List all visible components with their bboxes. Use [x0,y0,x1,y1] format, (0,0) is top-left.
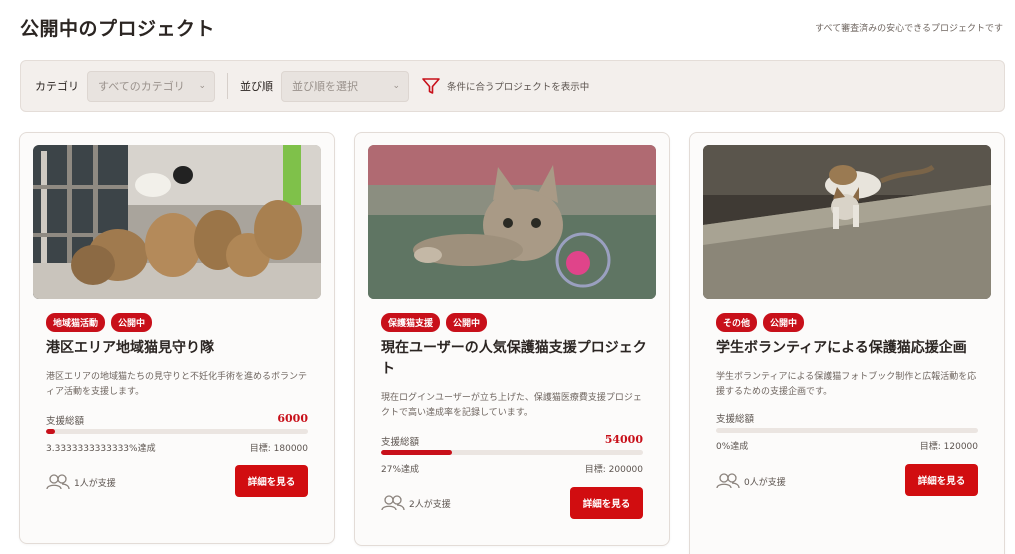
badge-group: その他 公開中 [716,313,805,332]
target-amount: 目標: 200000 [584,465,643,475]
status-badge: 公開中 [763,313,805,332]
progress-bar [716,428,978,433]
supporters: 1人が支援 [46,474,116,490]
category-select-value: すべてのカテゴリ [98,80,185,93]
chevron-down-icon: ⌄ [198,81,206,91]
filter-bar: カテゴリ すべてのカテゴリ ⌄ 並び順 並び順を選択 ⌄ 条件に合うプロジェクト… [20,60,1005,112]
street-cats-photo [33,145,321,299]
fund-label: 支援総額 [46,416,85,427]
fund-label: 支援総額 [716,414,755,425]
category-select[interactable]: すべてのカテゴリ ⌄ [87,70,215,102]
category-badge: 地域猫活動 [46,313,106,332]
fund-amount: 6000 [277,412,308,425]
supporters: 0人が支援 [716,473,786,489]
fund-label: 支援総額 [381,437,420,448]
project-description: 港区エリアの地域猫たちの見守りと不妊化手術を進めるボランティア活動を支援します。 [46,372,308,397]
filter-icon [422,78,440,94]
status-badge: 公開中 [446,313,488,332]
filter-status: 条件に合うプロジェクトを表示中 [421,76,589,96]
supporters-count: 2人が支援 [409,499,451,510]
target-amount: 目標: 180000 [249,444,308,454]
filter-divider [227,73,228,99]
detail-button[interactable]: 詳細を見る [570,487,643,519]
progress-fill [46,429,55,434]
badge-group: 保護猫支援 公開中 [381,313,488,332]
sort-select-value: 並び順を選択 [292,80,358,93]
project-description: 学生ボランティアによる保護猫フォトブック制作と広報活動を応援するための支援企画で… [716,372,977,397]
project-title: 現在ユーザーの人気保護猫支援プロジェクト [381,340,647,377]
project-card: 保護猫支援 公開中 現在ユーザーの人気保護猫支援プロジェクト 現在ログインユーザ… [354,132,670,546]
supporters-count: 0人が支援 [744,477,786,488]
filter-status-text: 条件に合うプロジェクトを表示中 [447,82,590,93]
achievement-rate: 0%達成 [716,442,749,452]
supporters-count: 1人が支援 [74,478,116,489]
progress-bar [46,429,308,434]
users-icon [716,473,740,489]
project-title: 港区エリア地域猫見守り隊 [46,340,214,356]
detail-button[interactable]: 詳細を見る [235,465,308,497]
achievement-rate: 3.3333333333333%達成 [46,444,156,454]
kitten-playing-photo [368,145,656,299]
supporters: 2人が支援 [381,495,451,511]
progress-fill [381,450,452,455]
category-badge: 保護猫支援 [381,313,441,332]
badge-group: 地域猫活動 公開中 [46,313,153,332]
project-description: 現在ログインユーザーが立ち上げた、保護猫医療費支援プロジェクトで高い達成率を記録… [381,393,642,418]
page-title: 公開中のプロジェクト [20,18,216,40]
progress-bar [381,450,643,455]
sort-label: 並び順 [240,80,273,93]
page-note: すべて審査済みの安心できるプロジェクトです [815,24,1003,34]
project-card: 地域猫活動 公開中 港区エリア地域猫見守り隊 港区エリアの地域猫たちの見守りと不… [19,132,335,544]
sort-select[interactable]: 並び順を選択 ⌄ [281,70,409,102]
cat-on-wall-photo [703,145,991,299]
target-amount: 目標: 120000 [919,442,978,452]
users-icon [381,495,405,511]
category-badge: その他 [716,313,758,332]
status-badge: 公開中 [111,313,153,332]
achievement-rate: 27%達成 [381,465,420,475]
category-label: カテゴリ [35,80,79,93]
chevron-down-icon: ⌄ [392,81,400,91]
fund-amount: 54000 [604,433,643,446]
users-icon [46,474,70,490]
project-card: その他 公開中 学生ボランティアによる保護猫応援企画 学生ボランティアによる保護… [689,132,1005,554]
detail-button[interactable]: 詳細を見る [905,464,978,496]
project-title: 学生ボランティアによる保護猫応援企画 [716,340,967,356]
